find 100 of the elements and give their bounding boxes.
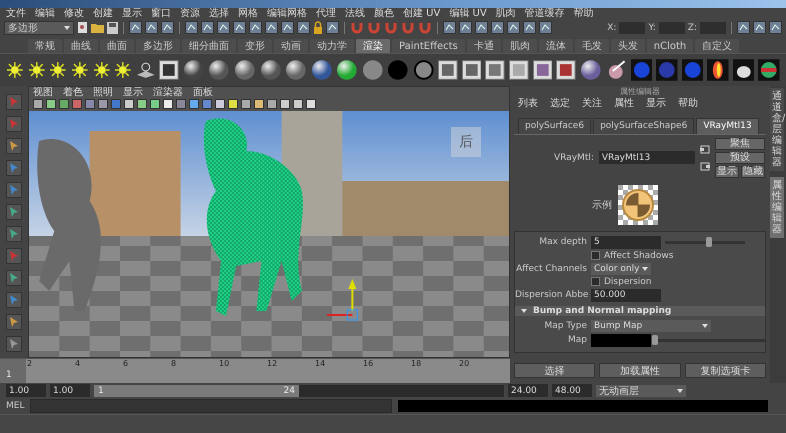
start-time-field[interactable]: 1.00 [6, 384, 46, 398]
editor-button[interactable]: 加载属性 [599, 362, 681, 378]
section-header[interactable]: Bump and Normal mapping [515, 306, 765, 316]
shelf-tab[interactable]: 动力学 [310, 39, 354, 54]
editor-button[interactable]: 选择 [514, 362, 596, 378]
file-icon[interactable] [77, 21, 88, 34]
value-field[interactable]: 50.000 [591, 288, 661, 302]
sphere-icon[interactable] [285, 59, 307, 82]
tool-icon[interactable] [6, 248, 22, 264]
node-tab[interactable]: polySurfaceShape6 [593, 118, 694, 134]
checkbox[interactable] [591, 277, 600, 286]
panel-menu-item[interactable]: 视图 [33, 86, 53, 98]
tool-icon[interactable] [6, 138, 22, 154]
panel-menu-item[interactable]: 面板 [193, 86, 213, 98]
time-slider[interactable]: 1 2 4 6 8 10 12 14 16 18 20 [0, 358, 510, 383]
input-connection-icon[interactable] [700, 144, 710, 154]
tool-icon[interactable] [6, 226, 22, 242]
save-icon[interactable] [107, 22, 118, 34]
shelf-tab[interactable]: 卡通 [466, 39, 501, 54]
panel-tool-icon[interactable] [163, 99, 173, 110]
end-time-field[interactable]: 48.00 [552, 384, 592, 398]
menu-item[interactable]: 编辑网格 [267, 8, 307, 20]
editor-button[interactable]: 聚焦 [714, 138, 765, 150]
light-icon[interactable] [92, 61, 110, 80]
editor-button[interactable]: 隐藏 [740, 166, 765, 178]
panel-tool-icon[interactable] [241, 99, 251, 110]
shelf-tab[interactable]: 毛发 [574, 39, 609, 54]
menu-item[interactable]: 修改 [64, 8, 84, 20]
folder-icon[interactable] [91, 22, 104, 34]
light-icon[interactable] [114, 61, 132, 80]
light-grid-icon[interactable] [136, 61, 156, 80]
light-icon[interactable] [70, 61, 88, 80]
menu-item[interactable]: 创建 UV [403, 8, 440, 20]
light-icon[interactable] [6, 61, 24, 80]
sphere-icon[interactable] [234, 59, 256, 82]
tool-icon[interactable] [6, 336, 22, 352]
light-icon[interactable] [49, 61, 67, 80]
menu-item[interactable]: 肌肉 [496, 8, 516, 20]
menu-item[interactable]: 帮助 [574, 8, 594, 20]
menu-item[interactable]: 关注 [582, 98, 602, 110]
side-tab[interactable]: 属性编辑器 [770, 176, 784, 238]
shelf-tab[interactable]: 曲线 [64, 39, 98, 54]
tool-icon[interactable] [6, 182, 22, 198]
menu-item[interactable]: 列表 [518, 98, 538, 110]
tool-icon[interactable] [6, 94, 22, 110]
tool-icon[interactable] [6, 116, 22, 132]
sphere-icon[interactable] [208, 59, 230, 82]
node-tab[interactable]: polySurface6 [518, 118, 592, 134]
anim-layer-dropdown[interactable]: 无动画层 [596, 384, 686, 397]
shelf-tab[interactable]: 流体 [538, 39, 573, 54]
shelf-tab[interactable]: 变形 [238, 39, 272, 54]
output-connection-icon[interactable] [700, 162, 710, 171]
lock-icon[interactable] [313, 21, 323, 34]
material-name-field[interactable]: VRayMtl13 [598, 151, 695, 164]
dropdown[interactable]: Bump Map [591, 320, 711, 332]
menu-item[interactable]: 编辑 UV [449, 8, 487, 20]
menu-item[interactable]: 管道缓存 [524, 8, 565, 20]
panel-tool-icon[interactable] [293, 99, 303, 110]
sphere-icon[interactable] [260, 59, 282, 82]
value-field[interactable]: 5 [591, 236, 661, 249]
shelf-tab[interactable]: 头发 [610, 39, 645, 54]
shelf-tab[interactable]: 肌肉 [502, 39, 537, 54]
shader-icon[interactable] [758, 59, 780, 82]
menu-item[interactable]: 显示 [646, 98, 666, 110]
menu-item[interactable]: 窗口 [151, 8, 171, 20]
panel-tool-icon[interactable] [98, 99, 108, 110]
shelf-tab[interactable]: 自定义 [695, 39, 740, 54]
panel-tool-icon[interactable] [150, 99, 160, 110]
tool-icon[interactable] [6, 204, 22, 220]
tool-icon[interactable] [6, 270, 22, 286]
panel-tool-icon[interactable] [189, 99, 199, 110]
panel-menu-item[interactable]: 显示 [123, 86, 143, 98]
sphere-icon[interactable] [580, 59, 602, 82]
panel-menu-item[interactable]: 渲染器 [153, 86, 183, 98]
panel-menu-item[interactable]: 着色 [63, 86, 83, 98]
shelf-tab[interactable]: 常规 [28, 39, 62, 54]
shelf-tab[interactable]: 多边形 [136, 39, 180, 54]
shelf-tab[interactable]: nCloth [646, 39, 694, 54]
panel-tool-icon[interactable] [124, 99, 134, 110]
panel-tool-icon[interactable] [280, 99, 290, 110]
range-handle[interactable]: 1 24 [94, 384, 299, 397]
menu-item[interactable]: 法线 [345, 8, 365, 20]
menu-item[interactable]: 选定 [550, 98, 570, 110]
shelf-tab[interactable]: 动画 [274, 39, 308, 54]
panel-tool-icon[interactable] [215, 99, 225, 110]
range-slider[interactable]: 1 24 [94, 384, 504, 397]
tool-icon[interactable] [6, 160, 22, 176]
panel-tool-icon[interactable] [306, 99, 316, 110]
menu-item[interactable]: 显示 [122, 8, 142, 20]
menu-item[interactable]: 资源 [180, 8, 200, 20]
shelf-tab[interactable]: 渲染 [356, 39, 390, 54]
menu-item[interactable]: 创建 [93, 8, 113, 20]
menu-item[interactable]: 颜色 [374, 8, 394, 20]
menu-item[interactable]: 选择 [209, 8, 229, 20]
view-cube[interactable]: 后 [451, 126, 481, 157]
playback-start-field[interactable]: 1.00 [50, 384, 90, 398]
light-icon[interactable] [28, 61, 46, 80]
sphere-icon[interactable] [336, 59, 358, 82]
panel-tool-icon[interactable] [33, 99, 43, 110]
menu-item[interactable]: 网格 [238, 8, 258, 20]
